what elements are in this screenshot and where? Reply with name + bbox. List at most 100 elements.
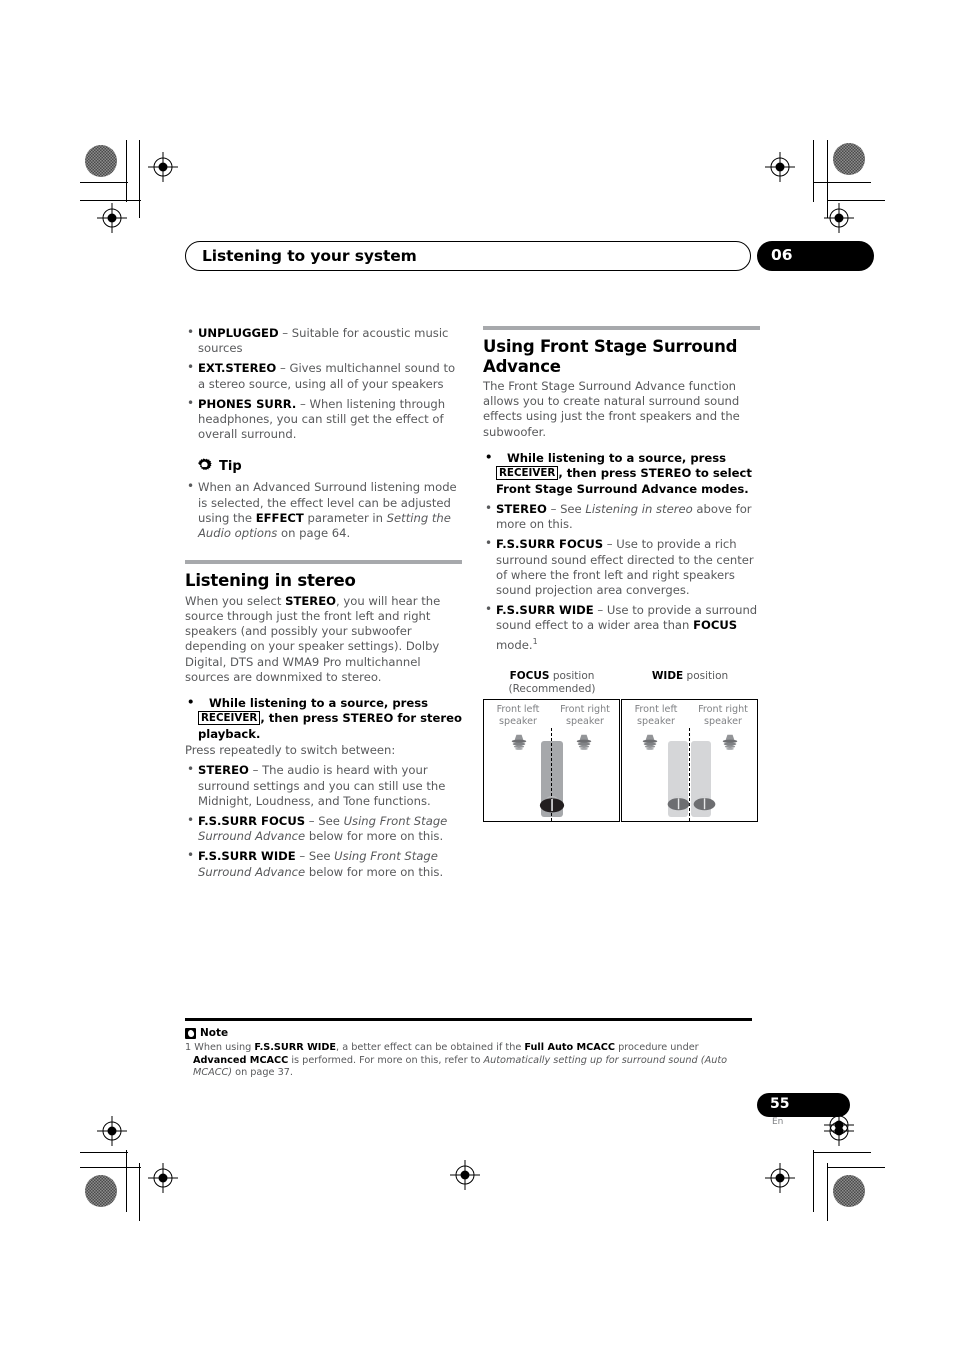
note-icon	[185, 1027, 196, 1039]
tip-bold-effect: EFFECT	[255, 510, 304, 525]
label-line-2: speaker	[704, 715, 742, 727]
footnote-t5: on page 37.	[232, 1067, 293, 1079]
density-dot-bottom-left	[85, 1175, 117, 1207]
tip-list: When an Advanced Surround listening mode…	[185, 479, 462, 541]
crop-mark-v-tl-1	[126, 140, 127, 202]
option-term: STEREO	[198, 763, 249, 778]
footnote-b1: F.S.SURR WIDE	[254, 1042, 337, 1053]
listener-position-icon-right	[692, 793, 717, 816]
speaker-icon	[719, 733, 741, 752]
mode-dash: –	[276, 361, 290, 376]
figure-panel-wide: Front left speaker Front right speaker	[621, 699, 758, 823]
gear-icon	[196, 458, 213, 475]
footnote-t4: is performed. For more on this, refer to	[288, 1054, 484, 1066]
registration-mark-bottom-left-a	[148, 1163, 178, 1193]
option-term: F.S.SURR WIDE	[496, 603, 594, 618]
list-item: EXT.STEREO – Gives multichannel sound to…	[185, 360, 462, 391]
label-line-2: speaker	[499, 715, 537, 727]
footnote-t3: procedure under	[614, 1042, 699, 1053]
option-desc-post: below for more on this.	[305, 864, 444, 879]
tip-label: Tip	[219, 459, 242, 475]
figure-caption-wide: WIDE position	[621, 670, 759, 695]
listener-position-icon-left	[666, 793, 691, 816]
note-label: Note	[200, 1027, 229, 1039]
figure-caption-focus-rest: position	[549, 670, 595, 682]
note-header: Note	[185, 1027, 228, 1039]
stereo-intro-bold: STEREO	[285, 593, 336, 608]
figure-caption-focus-subtitle: (Recommended)	[508, 682, 596, 695]
density-dot-top-right	[833, 143, 865, 175]
front-stage-position-figure: FOCUS position (Recommended) WIDE positi…	[483, 670, 760, 823]
registration-mark-bottom-right-a	[765, 1163, 795, 1193]
speaker-icon	[508, 733, 530, 752]
option-term: F.S.SURR FOCUS	[496, 537, 604, 552]
crop-mark-v-bl-1	[126, 1150, 127, 1212]
running-head-title: Listening to your system	[202, 247, 417, 265]
stereo-instruction: While listening to a source, press RECEI…	[185, 695, 462, 742]
tip-text-3: on page 64.	[277, 526, 351, 541]
listening-mode-list: UNPLUGGED – Suitable for acoustic music …	[185, 325, 462, 443]
density-dot-top-left	[85, 145, 117, 177]
footnote-marker: 1	[532, 636, 538, 646]
list-item: When an Advanced Surround listening mode…	[185, 479, 462, 541]
option-dash: –	[305, 813, 319, 828]
stereo-instruction-1: While listening to a source, press	[209, 695, 429, 710]
option-dash: –	[593, 603, 607, 618]
footnote-b2: Full Auto MCACC	[524, 1042, 615, 1053]
label-line-1: Front left	[634, 704, 678, 716]
crop-mark-h-tl-1	[80, 182, 128, 183]
listener-position-icon	[538, 793, 566, 818]
option-dash: –	[603, 537, 617, 552]
front-stage-option-list: STEREO – See Listening in stereo above f…	[483, 501, 760, 653]
chapter-number: 06	[771, 246, 793, 264]
option-term: F.S.SURR FOCUS	[198, 813, 306, 828]
mode-term: EXT.STEREO	[198, 361, 277, 376]
section-heading-front-stage-surround-advance: Using Front Stage Surround Advance	[483, 337, 738, 376]
figure-caption-focus-title: FOCUS position	[483, 670, 621, 683]
crop-mark-v-br-2	[827, 1163, 828, 1221]
figure-caption-focus-bold: FOCUS	[509, 670, 550, 682]
option-desc-pre: See	[318, 813, 344, 828]
label-line-2: speaker	[637, 715, 675, 727]
focus-front-left-speaker-label: Front left speaker	[487, 704, 549, 727]
option-desc-pre: See	[560, 502, 586, 517]
section-rule-front-stage	[483, 326, 760, 330]
tip-text-2: parameter in	[303, 510, 387, 525]
receiver-key-badge: RECEIVER	[496, 466, 559, 481]
list-item: PHONES SURR. – When listening through he…	[185, 396, 462, 443]
registration-mark-top-right-b	[824, 203, 854, 233]
mode-dash: –	[296, 396, 310, 411]
list-item: UNPLUGGED – Suitable for acoustic music …	[185, 325, 462, 356]
footnote-t2: , a better effect can be obtained if the	[336, 1042, 525, 1053]
front-stage-instruction-1: While listening to a source, press	[507, 450, 727, 465]
option-desc-post: below for more on this.	[305, 829, 444, 844]
crop-mark-v-bl-2	[139, 1163, 140, 1221]
list-item: F.S.SURR FOCUS – Use to provide a rich s…	[483, 536, 760, 598]
crop-mark-v-tr-1	[813, 140, 814, 202]
mode-dash: –	[278, 326, 292, 340]
option-term: F.S.SURR WIDE	[198, 849, 296, 864]
list-item: STEREO – See Listening in stereo above f…	[483, 501, 760, 532]
crop-mark-h-tr-2	[827, 200, 885, 201]
page-number-badge: 55	[757, 1093, 850, 1117]
section-heading-listening-in-stereo: Listening in stereo	[185, 571, 356, 591]
receiver-key-badge: RECEIVER	[198, 711, 261, 726]
speaker-icon	[573, 733, 595, 752]
label-line-1: Front left	[496, 704, 540, 716]
option-desc-italic: Listening in stereo	[585, 502, 693, 517]
list-item: F.S.SURR WIDE – See Using Front Stage Su…	[185, 848, 462, 879]
footnote-body: 1 When using F.S.SURR WIDE, a better eff…	[185, 1042, 752, 1080]
figure-captions: FOCUS position (Recommended) WIDE positi…	[483, 670, 760, 695]
registration-mark-top-left-b	[97, 203, 127, 233]
right-column: Using Front Stage Surround Advance The F…	[483, 326, 760, 658]
option-dash: –	[546, 502, 561, 517]
option-dash: –	[295, 849, 309, 864]
option-desc-pre: See	[308, 849, 335, 864]
crop-mark-h-tr-1	[813, 182, 871, 183]
crop-mark-h-bl-1	[80, 1152, 128, 1153]
focus-front-right-speaker-label: Front right speaker	[554, 704, 616, 727]
running-head-pill: Listening to your system	[185, 241, 751, 271]
chapter-number-badge: 06	[757, 241, 874, 271]
registration-mark-bottom-left-b	[97, 1116, 127, 1146]
footnote-t1: When using	[191, 1042, 255, 1053]
